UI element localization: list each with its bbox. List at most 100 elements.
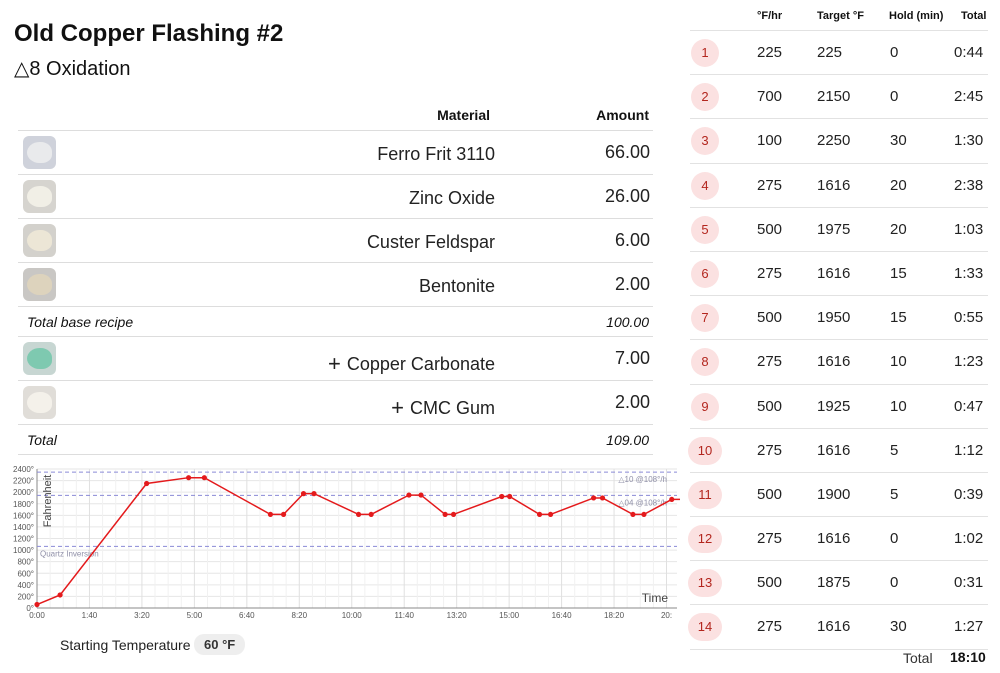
- step-rate: 100: [757, 132, 783, 150]
- y-tick-label: 1600°: [13, 511, 34, 520]
- material-row[interactable]: Zinc Oxide 26.00: [18, 175, 653, 219]
- step-total: 0:55: [954, 309, 984, 327]
- material-name-text: Copper Carbonate: [346, 354, 495, 374]
- data-point: [144, 480, 150, 487]
- x-tick-label: 3:20: [134, 611, 150, 620]
- material-name[interactable]: Zinc Oxide: [409, 188, 495, 209]
- x-tick-label: 6:40: [239, 611, 255, 620]
- firing-step-row[interactable]: 13 500 1875 0 0:31: [688, 561, 988, 606]
- material-row[interactable]: + Copper Carbonate 7.00: [18, 337, 653, 381]
- x-tick-label: 11:40: [394, 611, 414, 620]
- material-name[interactable]: Bentonite: [419, 276, 495, 297]
- reference-line-label: △10 @108°/h: [618, 475, 667, 484]
- material-name-text: Bentonite: [418, 276, 495, 296]
- step-total: 2:38: [954, 176, 984, 194]
- step-number-badge: 14: [688, 613, 722, 642]
- step-total: 1:23: [954, 353, 984, 371]
- step-hold: 0: [890, 530, 899, 548]
- material-amount: 26.00: [604, 186, 650, 206]
- step-rate: 275: [757, 264, 783, 282]
- data-point: [300, 491, 307, 497]
- material-name[interactable]: + Copper Carbonate: [328, 350, 495, 376]
- step-rate: 500: [757, 309, 783, 327]
- step-number-badge: 1: [691, 39, 719, 67]
- step-hold: 0: [890, 88, 899, 106]
- schedule-total-value: 18:10: [950, 649, 986, 665]
- step-hold: 30: [890, 618, 907, 636]
- material-row[interactable]: + CMC Gum 2.00: [18, 381, 653, 425]
- step-target: 1975: [817, 220, 851, 238]
- firing-step-row[interactable]: 6 275 1616 15 1:33: [690, 252, 988, 297]
- firing-step-row[interactable]: 2 700 2150 0 2:45: [690, 75, 988, 120]
- firing-chart: 0°200°400°600°800°1000°1200°1400°1600°18…: [13, 465, 680, 620]
- hold-column-header: Hold (min): [889, 10, 944, 22]
- step-number-badge: 10: [688, 436, 722, 465]
- firing-step-row[interactable]: 11 500 1900 5 0:39: [688, 473, 988, 518]
- material-thumbnail: [23, 268, 56, 301]
- firing-step-row[interactable]: 10 275 1616 5 1:12: [688, 429, 988, 473]
- material-amount: 2.00: [614, 392, 650, 412]
- material-column-header: Material: [437, 107, 490, 123]
- step-rate: 500: [757, 574, 783, 592]
- material-amount: 2.00: [614, 274, 650, 294]
- step-rate: 275: [757, 618, 783, 636]
- material-name[interactable]: Ferro Frit 3110: [377, 144, 495, 165]
- step-target: 1616: [817, 353, 851, 371]
- firing-step-row[interactable]: 1 225 225 0 0:44: [690, 31, 988, 76]
- x-tick-label: 13:20: [447, 611, 468, 620]
- material-name-text: Zinc Oxide: [408, 188, 495, 208]
- step-number-badge: 5: [691, 215, 719, 244]
- step-target: 1925: [817, 397, 851, 415]
- starting-temperature-value[interactable]: 60 °F: [194, 634, 246, 655]
- data-point: [280, 511, 287, 518]
- step-number-badge: 13: [688, 569, 722, 598]
- step-number-badge: 8: [691, 348, 719, 377]
- y-tick-label: 200°: [17, 592, 34, 601]
- material-row[interactable]: Bentonite 2.00: [18, 263, 653, 307]
- powder-pile-icon: [27, 392, 52, 413]
- firing-step-row[interactable]: 12 275 1616 0 1:02: [688, 517, 988, 562]
- data-point: [201, 475, 207, 481]
- y-tick-label: 800°: [17, 558, 34, 567]
- step-hold: 10: [890, 353, 907, 371]
- step-target: 1616: [817, 264, 851, 282]
- step-target: 1616: [817, 618, 851, 636]
- base-total-value: 100.00: [606, 314, 649, 330]
- base-total-row: Total base recipe 100.00: [18, 307, 653, 337]
- x-tick-label: 16:40: [552, 611, 573, 620]
- data-point: [355, 511, 362, 518]
- firing-step-row[interactable]: 3 100 2250 30 1:30: [690, 119, 988, 164]
- firing-step-row[interactable]: 9 500 1925 10 0:47: [690, 385, 988, 429]
- step-target: 225: [817, 44, 843, 61]
- material-name[interactable]: Custer Feldspar: [367, 232, 495, 253]
- step-target: 1616: [817, 176, 851, 194]
- data-point: [450, 511, 457, 518]
- addition-plus-icon: +: [391, 395, 404, 420]
- firing-step-row[interactable]: 5 500 1975 20 1:03: [690, 208, 988, 252]
- target-column-header: Target °F: [817, 10, 864, 22]
- step-total: 2:45: [954, 88, 984, 106]
- addition-plus-icon: +: [328, 351, 341, 376]
- data-point: [547, 511, 554, 518]
- material-row[interactable]: Custer Feldspar 6.00: [18, 219, 653, 263]
- material-name[interactable]: + CMC Gum: [391, 394, 495, 420]
- firing-step-row[interactable]: 7 500 1950 15 0:55: [690, 296, 988, 341]
- grand-total-value: 109.00: [606, 432, 649, 448]
- material-amount: 6.00: [614, 230, 650, 250]
- data-point: [536, 511, 543, 518]
- series-line: [36, 476, 680, 606]
- material-thumbnail: [23, 136, 56, 169]
- powder-pile-icon: [27, 230, 52, 251]
- data-point: [507, 493, 513, 500]
- data-point: [267, 511, 274, 518]
- firing-step-row[interactable]: 8 275 1616 10 1:23: [690, 340, 988, 385]
- firing-step-row[interactable]: 4 275 1616 20 2:38: [690, 164, 988, 208]
- step-target: 2150: [817, 88, 851, 106]
- x-tick-label: 8:20: [292, 611, 308, 620]
- powder-pile-icon: [27, 274, 52, 295]
- step-target: 2250: [817, 132, 851, 150]
- firing-step-row[interactable]: 14 275 1616 30 1:27: [688, 605, 988, 650]
- step-total: 0:44: [954, 44, 984, 61]
- recipe-subtitle: △8 Oxidation: [14, 58, 131, 80]
- material-row[interactable]: Ferro Frit 3110 66.00: [18, 131, 653, 175]
